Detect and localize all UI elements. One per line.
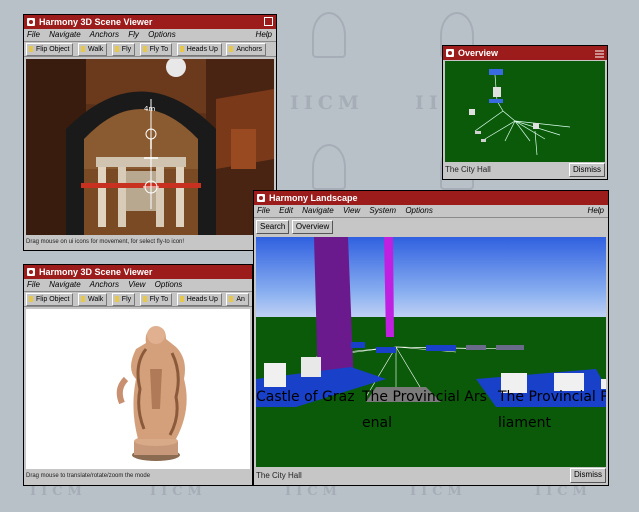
overview-tree: [469, 69, 571, 156]
statue-model: [116, 326, 187, 461]
window-titlebar[interactable]: Harmony Landscape: [254, 191, 608, 205]
window-title: Harmony 3D Scene Viewer: [39, 267, 153, 277]
current-location-label: The City Hall: [445, 163, 567, 177]
menu-bar: File Navigate Anchors View Options: [24, 279, 252, 292]
overview-map-viewport[interactable]: [445, 61, 605, 162]
menu-bar: File Edit Navigate View System Options H…: [254, 205, 608, 218]
menu-help[interactable]: Help: [256, 29, 272, 41]
scene-3d-viewport[interactable]: 4m: [26, 59, 274, 235]
tool-fly-to-button[interactable]: Fly To: [139, 43, 173, 56]
menu-file[interactable]: File: [257, 206, 270, 215]
dismiss-button[interactable]: Dismiss: [570, 468, 606, 483]
menu-file[interactable]: File: [27, 280, 40, 289]
watermark-text: IICM: [290, 92, 364, 114]
watermark-text: IICM: [150, 484, 207, 499]
svg-text:4m: 4m: [144, 105, 155, 113]
window-title: Overview: [458, 48, 499, 58]
tool-flip-object-button[interactable]: Flip Object: [26, 293, 74, 306]
menu-fly[interactable]: Fly: [128, 30, 139, 39]
menu-navigate[interactable]: Navigate: [49, 30, 81, 39]
menu-navigate[interactable]: Navigate: [49, 280, 81, 289]
tool-heads-up-button[interactable]: Heads Up: [176, 293, 222, 306]
watermark-text: IICM: [535, 484, 592, 499]
menu-options[interactable]: Options: [148, 30, 176, 39]
window-menu-icon[interactable]: [446, 49, 454, 57]
scene-viewer-window-bottom: Harmony 3D Scene Viewer File Navigate An…: [23, 264, 253, 486]
scene-viewer-window-top: Harmony 3D Scene Viewer File Navigate An…: [23, 14, 277, 251]
menu-lines-icon[interactable]: [595, 48, 604, 58]
watermark-text: IICM: [30, 484, 87, 499]
dismiss-button[interactable]: Dismiss: [569, 163, 605, 177]
menu-navigate[interactable]: Navigate: [302, 206, 334, 215]
tool-flip-object-button[interactable]: Flip Object: [26, 43, 74, 56]
window-menu-icon[interactable]: [27, 268, 35, 276]
menu-bar: File Navigate Anchors Fly Options Help: [24, 29, 276, 42]
landscape-label-castle-of-graz[interactable]: Castle of Graz: [256, 389, 355, 405]
tool-walk-button[interactable]: Walk: [77, 43, 108, 56]
information-landscape-scene: [256, 237, 606, 467]
tool-fly-to-button[interactable]: Fly To: [139, 293, 173, 306]
window-title: Harmony 3D Scene Viewer: [39, 17, 153, 27]
landscape-toolbar: Search Overview: [256, 220, 334, 235]
watermark-text: IICM: [285, 484, 342, 499]
scene-3d-viewport[interactable]: [26, 309, 250, 469]
landscape-label-provincial-arsenal[interactable]: The Provincial Ars: [362, 389, 487, 405]
window-titlebar[interactable]: Harmony 3D Scene Viewer: [24, 15, 276, 29]
tool-bar: Flip Object Walk Fly Fly To Heads Up Anc…: [24, 42, 276, 57]
landscape-label-provincial-arsenal-cont[interactable]: enal: [362, 415, 392, 431]
city-hall-interior-scene: 4m: [26, 59, 274, 235]
overview-button[interactable]: Overview: [291, 220, 334, 234]
window-titlebar[interactable]: Overview: [443, 46, 607, 60]
maximize-icon[interactable]: [264, 17, 273, 26]
menu-anchors[interactable]: Anchors: [90, 30, 119, 39]
tool-anchors-button[interactable]: An: [226, 293, 249, 306]
menu-system[interactable]: System: [369, 206, 396, 215]
tool-walk-button[interactable]: Walk: [77, 293, 108, 306]
window-menu-icon[interactable]: [27, 18, 35, 26]
search-button[interactable]: Search: [256, 220, 290, 234]
status-bar: Drag mouse to translate/rotate/zoom the …: [26, 471, 250, 482]
overview-window: Overview The City Hall Dismiss: [442, 45, 608, 180]
landscape-label-provincial-parliament-cont[interactable]: liament: [498, 415, 551, 431]
menu-options[interactable]: Options: [405, 206, 433, 215]
window-titlebar[interactable]: Harmony 3D Scene Viewer: [24, 265, 252, 279]
window-menu-icon[interactable]: [257, 194, 265, 202]
tool-fly-button[interactable]: Fly: [111, 293, 136, 306]
menu-view[interactable]: View: [343, 206, 360, 215]
menu-file[interactable]: File: [27, 30, 40, 39]
tool-fly-button[interactable]: Fly: [111, 43, 136, 56]
current-location-label: The City Hall: [256, 468, 568, 483]
landscape-window: Harmony Landscape File Edit Navigate Vie…: [253, 190, 609, 486]
menu-options[interactable]: Options: [155, 280, 183, 289]
watermark-text: IICM: [410, 484, 467, 499]
landscape-label-provincial-parliament[interactable]: The Provincial Pa: [498, 389, 606, 405]
tool-anchors-button[interactable]: Anchors: [226, 43, 267, 56]
tool-heads-up-button[interactable]: Heads Up: [176, 43, 222, 56]
menu-help[interactable]: Help: [588, 205, 604, 217]
status-bar: Drag mouse on ui icons for movement, for…: [26, 237, 274, 248]
menu-view[interactable]: View: [128, 280, 145, 289]
menu-anchors[interactable]: Anchors: [90, 280, 119, 289]
landscape-3d-viewport[interactable]: Castle of Graz The Provincial Ars enal T…: [256, 237, 606, 467]
tool-bar: Flip Object Walk Fly Fly To Heads Up An: [24, 292, 252, 307]
menu-edit[interactable]: Edit: [279, 206, 293, 215]
window-title: Harmony Landscape: [269, 193, 358, 203]
